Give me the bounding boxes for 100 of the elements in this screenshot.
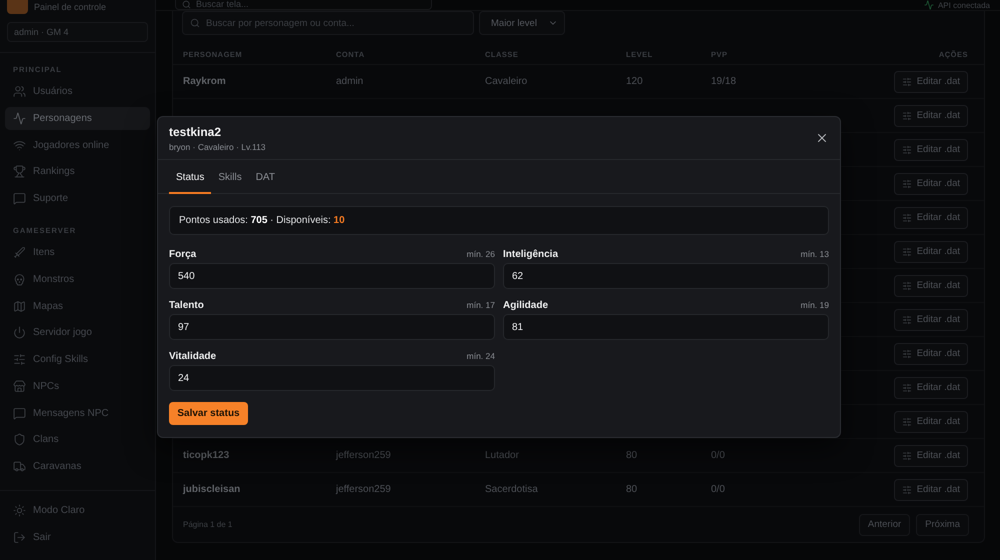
table-cell-text: Raykrom: [183, 76, 227, 87]
table-cell-text: jubiscleisan: [183, 484, 242, 495]
sun-icon: [13, 504, 26, 518]
stat-minimum: mín. 17: [466, 300, 495, 310]
sliders-icon: [902, 382, 912, 392]
power-icon: [13, 326, 26, 340]
sliders-icon: [902, 110, 912, 120]
sidebar-item[interactable]: Sair: [5, 526, 150, 549]
sidebar-item[interactable]: Modo Claro: [5, 499, 150, 522]
sidebar-item[interactable]: Itens: [5, 241, 150, 264]
edit-dat-button[interactable]: Editar .dat: [894, 172, 968, 194]
table-cell-text: Lutador: [485, 450, 520, 461]
sliders-icon: [902, 246, 912, 256]
stat-label: Talento: [169, 300, 204, 310]
sliders-icon: [902, 76, 912, 86]
edit-dat-button[interactable]: Editar .dat: [894, 342, 968, 364]
trophy-icon: [13, 165, 26, 178]
edit-dat-button[interactable]: Editar .dat: [894, 70, 968, 92]
table-cell-text: admin: [336, 76, 364, 87]
truck-icon: [13, 460, 26, 473]
dialog-title: testkina2: [169, 124, 222, 138]
sliders-icon: [902, 450, 912, 460]
edit-dat-button[interactable]: Editar .dat: [894, 444, 968, 466]
save-status-button[interactable]: Salvar status: [169, 402, 248, 425]
stat-input[interactable]: 24: [169, 365, 495, 391]
edit-dat-button[interactable]: Editar .dat: [894, 274, 968, 296]
sidebar-item[interactable]: Clans: [5, 428, 150, 452]
sliders-icon: [902, 416, 912, 426]
chat-icon: [13, 192, 26, 205]
sidebar-item[interactable]: Rankings: [5, 160, 150, 184]
edit-dat-button[interactable]: Editar .dat: [894, 206, 968, 228]
stat-input[interactable]: 62: [503, 263, 829, 289]
skull-icon: [13, 272, 26, 286]
page-info: Página 1 de 1: [183, 520, 232, 529]
sidebar-item[interactable]: Mensagens NPC: [5, 402, 150, 424]
table-cell-text: 80: [626, 450, 638, 461]
table-cell-text: jefferson259: [336, 450, 392, 461]
sliders-icon: [13, 353, 26, 366]
edit-dat-button[interactable]: Editar .dat: [894, 308, 968, 330]
sliders-icon: [902, 144, 912, 154]
wifi-icon: [13, 138, 26, 152]
sword-icon: [13, 246, 26, 259]
map-icon: [13, 300, 26, 312]
stat-minimum: mín. 24: [466, 351, 495, 361]
sidebar-item[interactable]: Config Skills: [5, 348, 150, 371]
logout-icon: [13, 531, 26, 544]
sliders-icon: [902, 280, 912, 290]
stat-input[interactable]: 97: [169, 314, 495, 340]
chat-icon: [13, 406, 26, 420]
sort-select[interactable]: Maior level: [479, 11, 565, 35]
sidebar-item[interactable]: Caravanas: [5, 455, 150, 478]
stat-label: Vitalidade: [169, 350, 216, 362]
sidebar-item[interactable]: Suporte: [5, 187, 150, 210]
edit-dat-button[interactable]: Editar .dat: [894, 410, 968, 432]
sliders-icon: [902, 212, 912, 222]
edit-dat-button[interactable]: Editar .dat: [894, 376, 968, 398]
table-cell-text: Sacerdotisa: [485, 484, 539, 495]
brand-subtitle: Painel de controle: [34, 2, 106, 14]
sliders-icon: [902, 484, 912, 494]
edit-dat-button[interactable]: Editar .dat: [894, 104, 968, 126]
sidebar-item[interactable]: Personagens: [5, 106, 150, 130]
search-icon: [190, 18, 200, 28]
store-icon: [13, 380, 26, 393]
tab[interactable]: DAT: [248, 160, 282, 194]
sort-value: Maior level: [491, 18, 537, 28]
search-placeholder: Buscar tela...: [196, 0, 249, 9]
table-cell-text: jefferson259: [336, 484, 392, 495]
tab[interactable]: Skills: [211, 160, 249, 194]
search-icon: [182, 0, 191, 9]
edit-dat-button[interactable]: Editar .dat: [894, 240, 968, 262]
search-field[interactable]: Buscar tela...: [175, 0, 432, 10]
edit-dat-button[interactable]: Editar .dat: [894, 138, 968, 160]
table-cell-text: Cavaleiro: [485, 76, 528, 87]
users-icon: [13, 85, 26, 98]
stat-minimum: mín. 19: [800, 300, 829, 310]
stat-label: Agilidade: [503, 300, 548, 310]
table-cell-text: 0/0: [711, 484, 726, 495]
edit-dat-button[interactable]: Editar .dat: [894, 478, 968, 500]
stat-minimum: mín. 13: [800, 249, 829, 259]
stat-input[interactable]: 81: [503, 314, 829, 340]
table-cell-text: 19/18: [711, 76, 738, 87]
sidebar-item[interactable]: NPCs: [5, 374, 150, 398]
table-cell-text: 0/0: [711, 450, 726, 461]
sidebar-item[interactable]: Jogadores online: [5, 134, 150, 156]
points-summary: Pontos usados: 705 · Disponíveis: 10: [169, 206, 829, 235]
stat-label: Inteligência: [503, 248, 558, 260]
tab[interactable]: Status: [169, 160, 212, 194]
sliders-icon: [902, 348, 912, 358]
table-cell-text: 80: [626, 484, 638, 495]
user-badge: admin · GM 4: [7, 22, 148, 42]
sidebar-item[interactable]: Usuários: [5, 80, 150, 103]
api-status: API conectada: [938, 0, 990, 10]
sidebar-item[interactable]: Mapas: [5, 294, 150, 318]
close-icon: [815, 131, 829, 145]
table-cell-text: ticopk123: [183, 450, 230, 461]
sidebar-item[interactable]: Servidor jogo: [5, 321, 150, 344]
close-button[interactable]: [815, 131, 829, 145]
table-cell-text: 120: [626, 76, 644, 87]
stat-input[interactable]: 540: [169, 263, 495, 289]
sidebar-item[interactable]: Monstros: [5, 268, 150, 291]
